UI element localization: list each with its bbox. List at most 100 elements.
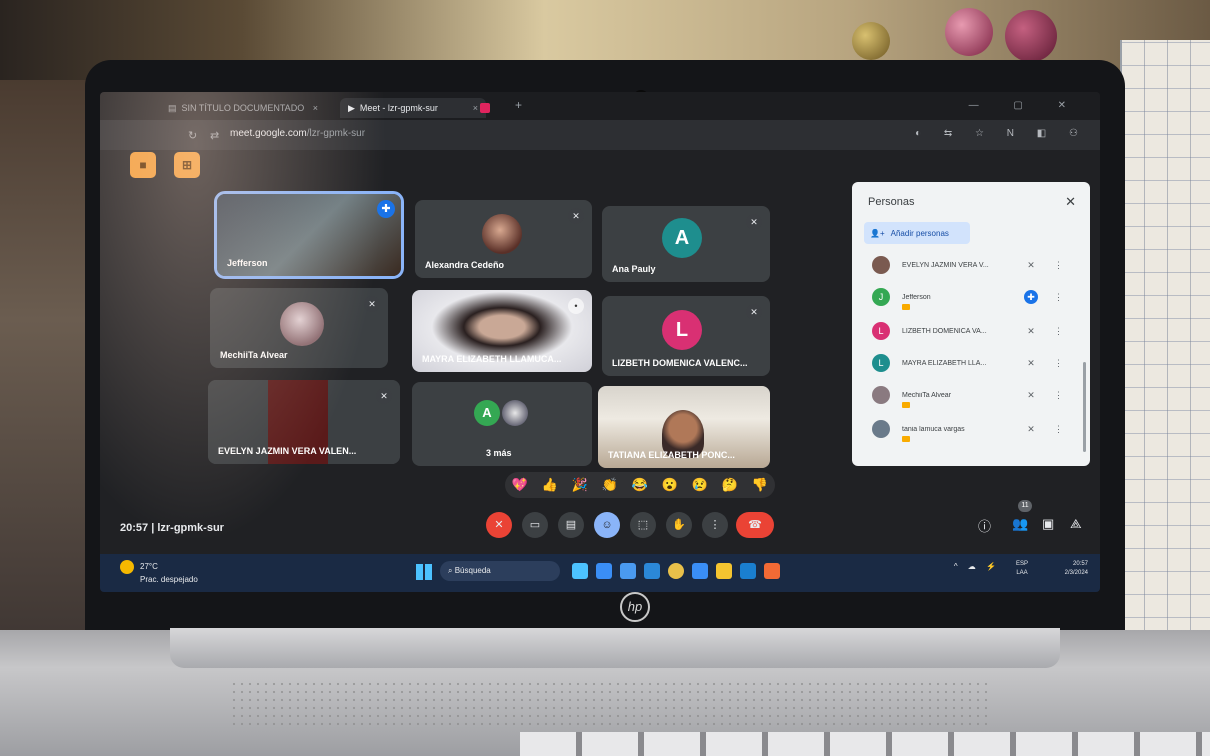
raise-hand-button[interactable]: ✋	[666, 512, 692, 538]
scrollbar[interactable]	[1083, 362, 1086, 452]
more-icon[interactable]: ⋮	[1054, 424, 1063, 435]
heart-reaction[interactable]: 💖	[512, 477, 528, 493]
store-icon[interactable]	[740, 563, 756, 579]
participant-tile[interactable]: A 3 más	[412, 382, 592, 466]
participant-tile[interactable]: • MAYRA ELIZABETH LLAMUCA...	[412, 290, 592, 372]
tab-label: Meet - lzr-gpmk-sur	[359, 103, 438, 113]
participant-tile[interactable]: ✕ EVELYN JAZMIN VERA VALEN...	[208, 380, 400, 464]
chat-app-icon[interactable]	[620, 563, 636, 579]
participant-tile[interactable]: TATIANA ELIZABETH PONC...	[598, 386, 770, 468]
participant-name: LIZBETH DOMENICA VA...	[902, 327, 987, 335]
site-info-icon[interactable]: ⇄	[210, 129, 219, 142]
participant-tile[interactable]: ✕ MechiiTa Alvear	[210, 288, 388, 368]
hp-logo: hp	[620, 592, 650, 622]
host-badge	[902, 402, 910, 408]
mic-off-button[interactable]: ✕	[486, 512, 512, 538]
laugh-reaction[interactable]: 😂	[632, 477, 648, 493]
mic-off-icon: ✕	[568, 208, 584, 224]
doc-icon: ▤	[168, 102, 177, 113]
extension-icons[interactable]: ◐ ⇆ ☆ N ◧ ⚇	[915, 128, 1088, 139]
notebook-paper	[1120, 40, 1210, 640]
pinned-icon[interactable]: ✚	[377, 200, 395, 218]
chat-icon[interactable]: ▣	[1042, 516, 1054, 532]
people-icon[interactable]: 👥	[1012, 516, 1028, 532]
add-people-label: Añadir personas	[890, 228, 949, 238]
leave-call-button[interactable]: ☎	[736, 512, 774, 538]
extension-button[interactable]: ⊞	[174, 152, 200, 178]
party-reaction[interactable]: 🎉	[572, 477, 588, 493]
more-icon[interactable]: ⋮	[1054, 390, 1063, 401]
task-view-icon[interactable]	[596, 563, 612, 579]
windows-start-icon[interactable]	[416, 564, 432, 580]
participant-name: MAYRA ELIZABETH LLAMUCA...	[422, 354, 562, 364]
mic-off-icon: ✕	[364, 296, 380, 312]
system-tray[interactable]: ^ ☁ ⚡	[954, 562, 1000, 571]
avatar: L	[872, 354, 890, 372]
info-icon[interactable]: ⓘ	[978, 516, 991, 535]
brave-icon[interactable]	[764, 563, 780, 579]
mail-icon[interactable]	[692, 563, 708, 579]
taskbar-search[interactable]: ⌕ Búsqueda	[440, 561, 560, 581]
participant-tile[interactable]: L ✕ LIZBETH DOMENICA VALENC...	[602, 296, 770, 376]
url-field[interactable]: meet.google.com/lzr-gpmk-sur	[230, 128, 365, 139]
language-indicator[interactable]: ESP LAA	[1016, 560, 1028, 578]
participant-tile[interactable]: ✕ Alexandra Cedeño	[415, 200, 592, 278]
add-people-button[interactable]: 👤+ Añadir personas	[864, 222, 970, 244]
weather-widget[interactable]: 27°C Prac. despejado	[120, 560, 198, 585]
reload-icon[interactable]: ↻	[188, 129, 197, 142]
more-participants-label: 3 más	[486, 448, 512, 458]
sad-reaction[interactable]: 😢	[692, 477, 708, 493]
present-button[interactable]: ⬚	[630, 512, 656, 538]
participant-row[interactable]: EVELYN JAZMIN VERA V... ✕ ⋮	[872, 254, 1072, 276]
chrome-icon[interactable]	[668, 563, 684, 579]
participant-name: Ana Pauly	[612, 264, 656, 274]
pin-icon[interactable]: ✚	[1024, 290, 1038, 304]
participant-name: MAYRA ELIZABETH LLA...	[902, 359, 987, 367]
weather-icon	[120, 560, 134, 574]
recording-icon	[480, 103, 490, 113]
more-options-button[interactable]: ⋮	[702, 512, 728, 538]
edge-icon[interactable]	[644, 563, 660, 579]
window-controls[interactable]: — ▢ ✕	[969, 100, 1082, 111]
mic-off-icon: ✕	[376, 388, 392, 404]
surprised-reaction[interactable]: 😮	[662, 477, 678, 493]
clap-reaction[interactable]: 👏	[602, 477, 618, 493]
close-tab-icon[interactable]: ×	[473, 103, 478, 113]
activities-icon[interactable]: ⟁	[1070, 516, 1082, 532]
panel-title: Personas	[868, 196, 915, 208]
avatar	[280, 302, 324, 346]
participant-row[interactable]: L MAYRA ELIZABETH LLA... ✕ ⋮	[872, 352, 1072, 374]
reactions-bar: 💖 👍 🎉 👏 😂 😮 😢 🤔 👎	[505, 472, 775, 498]
browser-tab-active[interactable]: ▶ Meet - lzr-gpmk-sur ×	[340, 98, 486, 118]
more-icon[interactable]: ⋮	[1054, 292, 1063, 303]
extension-button[interactable]: ■	[130, 152, 156, 178]
taskbar-clock[interactable]: 20:57 2/3/2024	[1065, 560, 1088, 578]
more-icon[interactable]: ⋮	[1054, 358, 1063, 369]
close-icon[interactable]: ✕	[1065, 194, 1076, 210]
participant-name: MechiiTa Alvear	[902, 391, 952, 399]
new-tab-icon[interactable]: +	[515, 98, 522, 112]
copilot-icon[interactable]	[572, 563, 588, 579]
participant-tile[interactable]: ✚ Jefferson	[214, 191, 404, 279]
more-icon[interactable]: ⋮	[1054, 326, 1063, 337]
avatar: L	[662, 310, 702, 350]
mic-off-icon: ✕	[1027, 259, 1035, 270]
ornament	[852, 22, 890, 60]
folder-icon[interactable]	[716, 563, 732, 579]
close-tab-icon[interactable]: ×	[313, 103, 318, 113]
browser-tab[interactable]: ▤ SIN TÍTULO DOCUMENTADO ×	[160, 98, 326, 118]
thumbs-up-reaction[interactable]: 👍	[542, 477, 558, 493]
participant-name: TATIANA ELIZABETH PONC...	[608, 450, 735, 460]
avatar	[872, 386, 890, 404]
participant-row[interactable]: L LIZBETH DOMENICA VA... ✕ ⋮	[872, 320, 1072, 342]
participant-tile[interactable]: A ✕ Ana Pauly	[602, 206, 770, 282]
mic-off-icon: ✕	[746, 214, 762, 230]
captions-button[interactable]: ▤	[558, 512, 584, 538]
avatar: J	[872, 288, 890, 306]
thumbs-down-reaction[interactable]: 👎	[752, 477, 768, 493]
camera-button[interactable]: ▭	[522, 512, 548, 538]
reactions-button[interactable]: ☺	[594, 512, 620, 538]
thinking-reaction[interactable]: 🤔	[722, 477, 738, 493]
more-icon[interactable]: ⋮	[1054, 260, 1063, 271]
participant-name: EVELYN JAZMIN VERA V...	[902, 261, 989, 269]
